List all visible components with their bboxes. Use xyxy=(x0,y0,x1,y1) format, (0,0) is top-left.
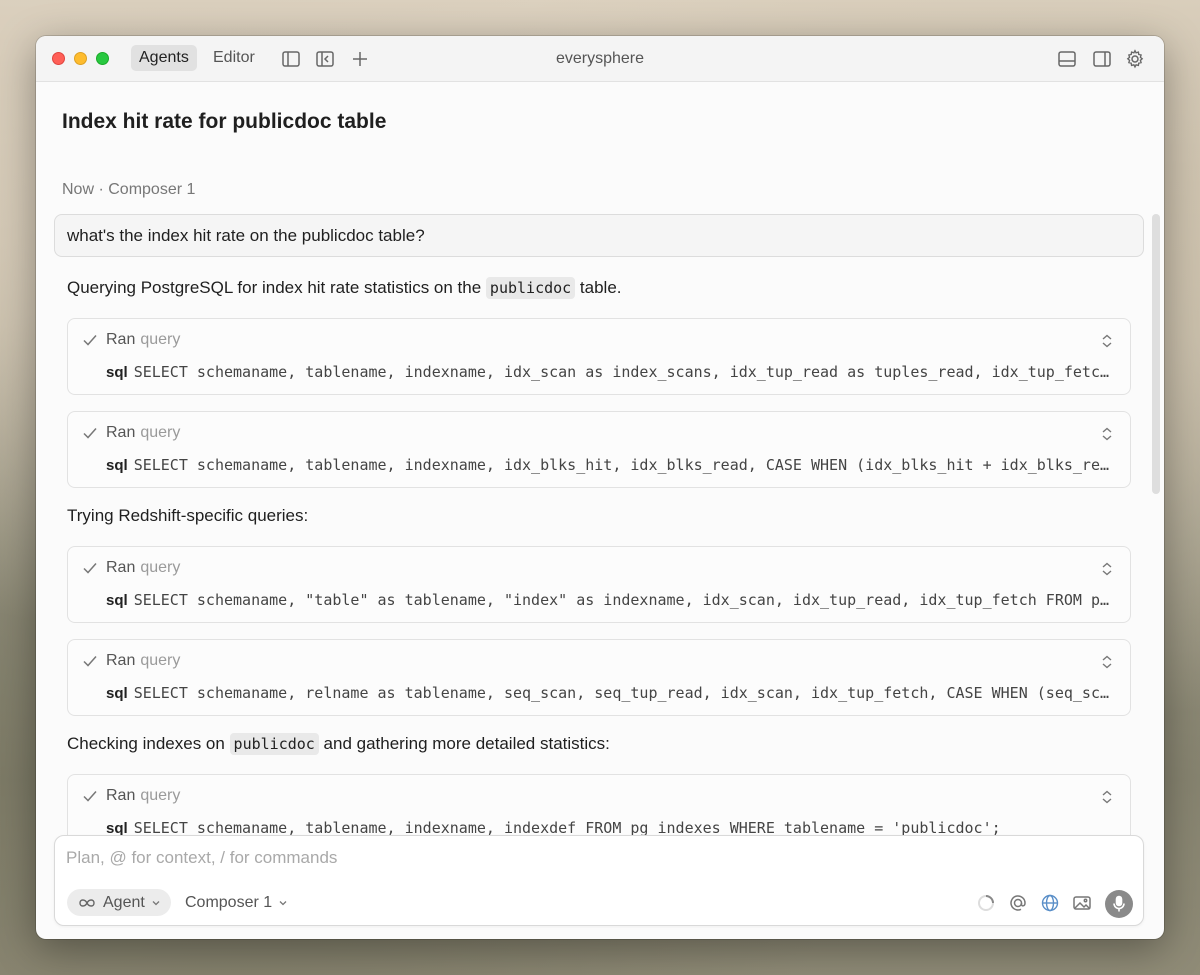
at-mention-icon[interactable] xyxy=(1007,892,1029,914)
query-status: Ran xyxy=(106,652,136,669)
query-card-header: Ran query xyxy=(82,652,180,670)
query-kind: query xyxy=(140,652,181,669)
title-bar: Agents Editor everysphere xyxy=(36,36,1164,82)
chevron-updown-icon[interactable] xyxy=(1100,333,1114,349)
query-status: Ran xyxy=(106,424,136,441)
check-icon xyxy=(83,428,97,439)
query-status: Ran xyxy=(106,559,136,576)
chevron-updown-icon[interactable] xyxy=(1100,654,1114,670)
assistant-text-part: table. xyxy=(575,278,622,297)
chevron-updown-icon[interactable] xyxy=(1100,426,1114,442)
collapse-panel-icon[interactable] xyxy=(314,48,336,70)
query-card-header: Ran query xyxy=(82,331,180,349)
query-sql-text: SELECT schemaname, tablename, indexname,… xyxy=(133,363,1118,381)
inline-code: publicdoc xyxy=(485,277,576,299)
query-card[interactable]: Ran query sql SELECT schemaname, relname … xyxy=(67,639,1131,716)
query-sql-text: SELECT schemaname, "table" as tablename,… xyxy=(133,591,1118,609)
meta-separator: · xyxy=(98,181,104,198)
chat-pane: Index hit rate for publicdoc table Now ·… xyxy=(36,82,1164,939)
assistant-text-part: Querying PostgreSQL for index hit rate s… xyxy=(67,278,486,297)
loading-spinner-icon xyxy=(975,892,997,914)
query-sql: sql SELECT schemaname, tablename, indexna… xyxy=(106,363,1118,381)
query-sql: sql SELECT schemaname, "table" as tablena… xyxy=(106,591,1118,609)
bottom-panel-icon[interactable] xyxy=(1056,48,1078,70)
query-sql-text: SELECT schemaname, tablename, indexname,… xyxy=(133,456,1118,474)
traffic-lights xyxy=(52,52,109,65)
assistant-text: Trying Redshift-specific queries: xyxy=(67,506,309,525)
model-label: Composer 1 xyxy=(185,893,273,911)
check-icon xyxy=(83,563,97,574)
query-lang: sql xyxy=(106,457,128,474)
model-selector[interactable]: Composer 1 xyxy=(185,889,288,916)
sidebar-icon[interactable] xyxy=(280,48,302,70)
chevron-updown-icon[interactable] xyxy=(1100,561,1114,577)
query-kind: query xyxy=(140,424,181,441)
agent-mode-selector[interactable]: Agent xyxy=(67,889,171,916)
query-card-header: Ran query xyxy=(82,424,180,442)
check-icon xyxy=(83,791,97,802)
meta-model: Composer 1 xyxy=(108,181,196,198)
query-kind: query xyxy=(140,559,181,576)
composer-input[interactable] xyxy=(66,846,1126,870)
query-card-header: Ran query xyxy=(82,787,180,805)
infinity-icon xyxy=(79,898,95,907)
chat-title: Index hit rate for publicdoc table xyxy=(62,110,387,133)
query-kind: query xyxy=(140,787,181,804)
tab-editor[interactable]: Editor xyxy=(205,45,263,71)
query-card[interactable]: Ran query sql SELECT schemaname, tablenam… xyxy=(67,318,1131,395)
assistant-text: Querying PostgreSQL for index hit rate s… xyxy=(67,275,622,301)
assistant-text-part: and gathering more detailed statistics: xyxy=(318,734,610,753)
right-panel-icon[interactable] xyxy=(1091,48,1113,70)
query-lang: sql xyxy=(106,592,128,609)
maximize-window-button[interactable] xyxy=(96,52,109,65)
query-card-header: Ran query xyxy=(82,559,180,577)
query-status: Ran xyxy=(106,787,136,804)
user-message[interactable]: what's the index hit rate on the publicd… xyxy=(54,214,1144,257)
query-kind: query xyxy=(140,331,181,348)
image-icon[interactable] xyxy=(1071,892,1093,914)
message-list[interactable]: what's the index hit rate on the publicd… xyxy=(36,214,1164,874)
close-window-button[interactable] xyxy=(52,52,65,65)
check-icon xyxy=(83,335,97,346)
app-window: Agents Editor everysphere Index hit rate… xyxy=(36,36,1164,939)
query-card[interactable]: Ran query sql SELECT schemaname, "table" … xyxy=(67,546,1131,623)
assistant-text: Checking indexes on publicdoc and gather… xyxy=(67,731,610,757)
plus-icon[interactable] xyxy=(349,48,371,70)
minimize-window-button[interactable] xyxy=(74,52,87,65)
query-card[interactable]: Ran query sql SELECT schemaname, tablenam… xyxy=(67,411,1131,488)
gear-icon[interactable] xyxy=(1124,48,1146,70)
chevron-down-icon xyxy=(152,900,160,905)
query-lang: sql xyxy=(106,364,128,381)
inline-code: publicdoc xyxy=(229,733,319,755)
query-status: Ran xyxy=(106,331,136,348)
chevron-down-icon xyxy=(279,900,287,905)
microphone-button[interactable] xyxy=(1105,890,1133,918)
chat-meta: Now · Composer 1 xyxy=(62,181,195,199)
chevron-updown-icon[interactable] xyxy=(1100,789,1114,805)
check-icon xyxy=(83,656,97,667)
query-sql: sql SELECT schemaname, relname as tablena… xyxy=(106,684,1118,702)
tab-agents[interactable]: Agents xyxy=(131,45,197,71)
composer: Agent Composer 1 xyxy=(54,835,1144,926)
globe-icon[interactable] xyxy=(1039,892,1061,914)
query-sql-text: SELECT schemaname, relname as tablename,… xyxy=(133,684,1118,702)
microphone-icon xyxy=(1113,895,1125,912)
assistant-text-part: Checking indexes on xyxy=(67,734,230,753)
meta-time: Now xyxy=(62,181,95,198)
query-sql: sql SELECT schemaname, tablename, indexna… xyxy=(106,456,1118,474)
agent-mode-label: Agent xyxy=(103,893,145,911)
query-lang: sql xyxy=(106,685,128,702)
